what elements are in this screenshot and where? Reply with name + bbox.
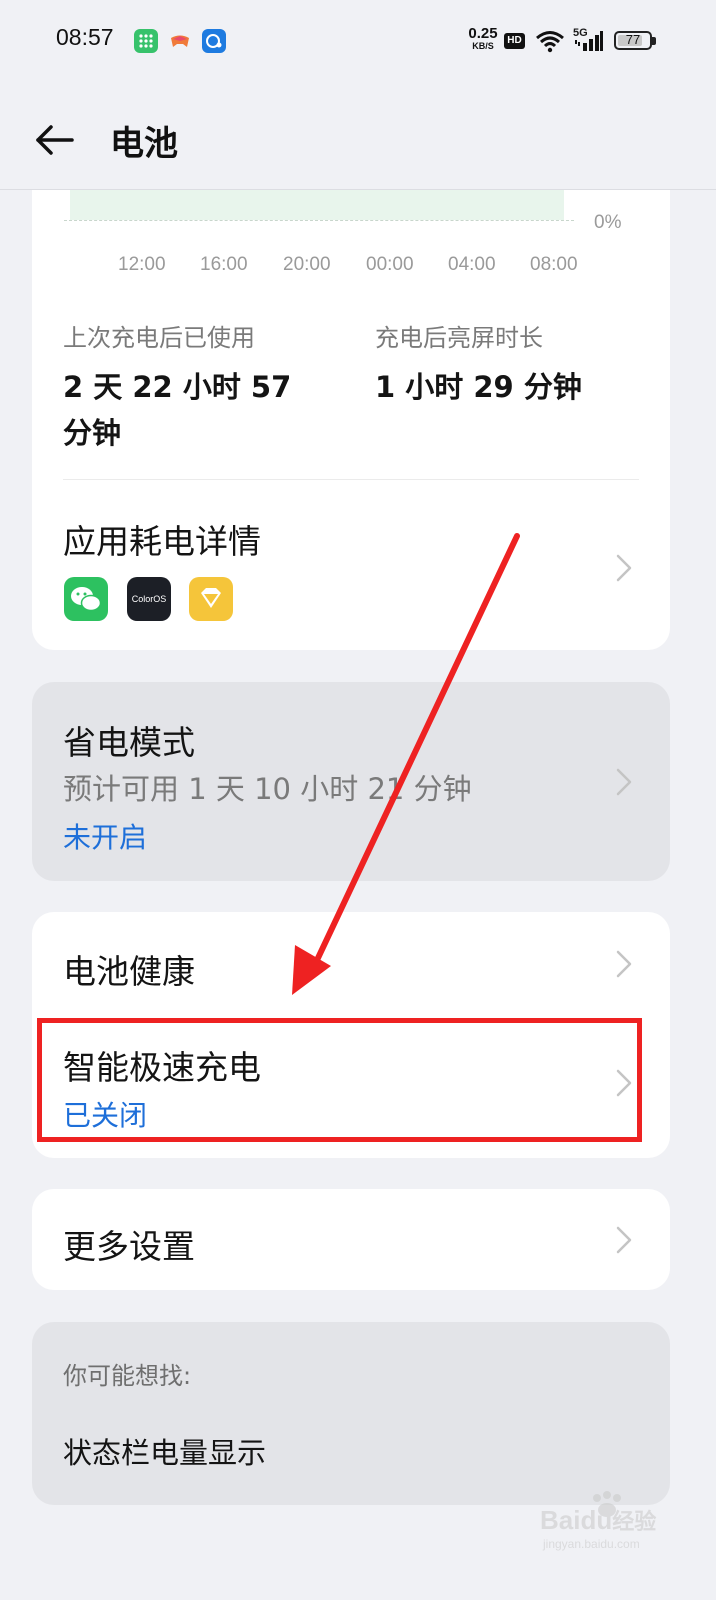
watermark-url: jingyan.baidu.com <box>543 1537 640 1551</box>
watermark-brand: Baidu <box>540 1505 613 1535</box>
baidu-jingyan-watermark: Baidu经验 jingyan.baidu.com <box>535 1490 695 1560</box>
watermark-brand-cn: 经验 <box>612 1509 657 1534</box>
annotation-arrow <box>292 533 520 995</box>
